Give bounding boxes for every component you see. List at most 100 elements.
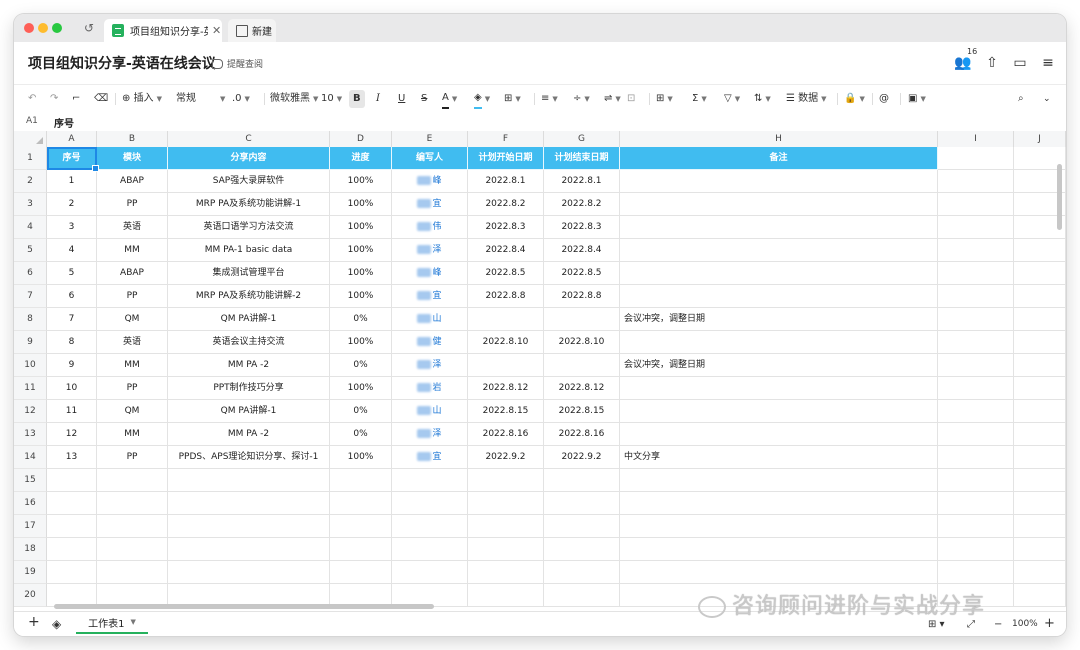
maximize-window-button[interactable] bbox=[52, 23, 62, 33]
table-cell[interactable]: 0% bbox=[330, 423, 392, 446]
table-cell[interactable]: PP bbox=[97, 446, 168, 469]
table-cell[interactable]: 2022.8.10 bbox=[544, 331, 620, 354]
column-header-g[interactable]: G bbox=[544, 131, 620, 147]
table-cell[interactable]: 泽 bbox=[392, 354, 468, 377]
cell-reference[interactable]: A1 bbox=[26, 116, 38, 126]
font-family-select[interactable]: 微软雅黑 ▼ bbox=[270, 90, 318, 108]
table-cell[interactable] bbox=[544, 354, 620, 377]
row-header[interactable]: 15 bbox=[14, 469, 47, 492]
format-painter-icon[interactable]: ⌐ bbox=[72, 90, 80, 108]
table-cell[interactable]: 100% bbox=[330, 446, 392, 469]
table-cell[interactable] bbox=[392, 492, 468, 515]
table-cell[interactable] bbox=[468, 561, 544, 584]
column-header-h[interactable]: H bbox=[620, 131, 938, 147]
table-cell[interactable]: 英语会议主持交流 bbox=[168, 331, 330, 354]
minimize-window-button[interactable] bbox=[38, 23, 48, 33]
table-cell[interactable]: 2022.8.16 bbox=[544, 423, 620, 446]
table-cell[interactable] bbox=[938, 515, 1014, 538]
column-header-c[interactable]: C bbox=[168, 131, 330, 147]
table-cell[interactable]: 峰 bbox=[392, 262, 468, 285]
table-cell[interactable] bbox=[330, 561, 392, 584]
clear-format-icon[interactable]: ⌫ bbox=[94, 90, 108, 108]
vertical-scrollbar[interactable] bbox=[1057, 164, 1062, 230]
table-cell[interactable] bbox=[620, 492, 938, 515]
table-cell[interactable] bbox=[938, 446, 1014, 469]
table-cell[interactable]: 英语口语学习方法交流 bbox=[168, 216, 330, 239]
table-cell[interactable]: 100% bbox=[330, 331, 392, 354]
table-cell[interactable] bbox=[938, 400, 1014, 423]
row-header[interactable]: 13 bbox=[14, 423, 47, 446]
table-cell[interactable]: 2022.8.12 bbox=[544, 377, 620, 400]
table-cell[interactable] bbox=[1014, 331, 1066, 354]
filter-button[interactable]: ▽ ▼ bbox=[724, 90, 740, 108]
table-cell[interactable] bbox=[1014, 308, 1066, 331]
table-cell[interactable] bbox=[97, 538, 168, 561]
table-cell[interactable] bbox=[938, 469, 1014, 492]
column-header-b[interactable]: B bbox=[97, 131, 168, 147]
table-cell[interactable]: 2022.8.3 bbox=[468, 216, 544, 239]
table-cell[interactable]: PP bbox=[97, 285, 168, 308]
table-cell[interactable] bbox=[1014, 400, 1066, 423]
horizontal-align-button[interactable]: ≡ ▼ bbox=[541, 90, 558, 108]
table-cell[interactable] bbox=[620, 561, 938, 584]
remind-button[interactable]: 提醒查阅 bbox=[212, 57, 263, 70]
table-cell[interactable] bbox=[620, 170, 938, 193]
row-header[interactable]: 7 bbox=[14, 285, 47, 308]
zoom-in-icon[interactable]: + bbox=[1044, 615, 1055, 632]
row-header[interactable]: 17 bbox=[14, 515, 47, 538]
row-header[interactable]: 8 bbox=[14, 308, 47, 331]
strikethrough-button[interactable]: S bbox=[421, 90, 427, 108]
table-cell[interactable] bbox=[1014, 515, 1066, 538]
table-cell[interactable] bbox=[1014, 262, 1066, 285]
column-header-i[interactable]: I bbox=[938, 131, 1014, 147]
row-header[interactable]: 18 bbox=[14, 538, 47, 561]
table-cell[interactable] bbox=[938, 170, 1014, 193]
table-cell[interactable]: 0% bbox=[330, 400, 392, 423]
bold-button[interactable]: B bbox=[349, 90, 365, 108]
table-cell[interactable]: ABAP bbox=[97, 170, 168, 193]
undo-icon[interactable]: ↶ bbox=[28, 90, 36, 108]
table-cell[interactable] bbox=[1014, 538, 1066, 561]
sort-button[interactable]: ⇅ ▼ bbox=[754, 90, 771, 108]
table-cell[interactable]: 8 bbox=[47, 331, 97, 354]
table-cell[interactable] bbox=[544, 492, 620, 515]
table-cell[interactable]: 英语 bbox=[97, 331, 168, 354]
table-cell[interactable]: 峰 bbox=[392, 170, 468, 193]
column-header-f[interactable]: F bbox=[468, 131, 544, 147]
table-cell[interactable]: 2022.8.2 bbox=[544, 193, 620, 216]
share-icon[interactable]: ⇧ bbox=[983, 54, 1001, 72]
table-cell[interactable] bbox=[47, 538, 97, 561]
row-header[interactable]: 14 bbox=[14, 446, 47, 469]
table-cell[interactable]: 11 bbox=[47, 400, 97, 423]
table-cell[interactable] bbox=[544, 561, 620, 584]
table-cell[interactable] bbox=[938, 492, 1014, 515]
table-cell[interactable]: 山 bbox=[392, 400, 468, 423]
header-cell[interactable]: 备注 bbox=[620, 147, 938, 170]
table-cell[interactable]: 3 bbox=[47, 216, 97, 239]
table-cell[interactable]: 100% bbox=[330, 193, 392, 216]
row-header[interactable]: 11 bbox=[14, 377, 47, 400]
table-cell[interactable] bbox=[1014, 492, 1066, 515]
table-cell[interactable]: MRP PA及系统功能讲解-2 bbox=[168, 285, 330, 308]
table-insert-button[interactable]: ⊞ ▼ bbox=[656, 90, 673, 108]
vertical-align-button[interactable]: ÷ ▼ bbox=[573, 90, 590, 108]
row-header[interactable]: 19 bbox=[14, 561, 47, 584]
table-cell[interactable] bbox=[468, 354, 544, 377]
table-cell[interactable]: MM PA -2 bbox=[168, 423, 330, 446]
table-cell[interactable]: 7 bbox=[47, 308, 97, 331]
header-cell[interactable]: 模块 bbox=[97, 147, 168, 170]
row-header[interactable]: 3 bbox=[14, 193, 47, 216]
table-cell[interactable] bbox=[330, 538, 392, 561]
table-cell[interactable] bbox=[97, 469, 168, 492]
comment-icon[interactable]: ▭ bbox=[1011, 54, 1029, 72]
table-cell[interactable] bbox=[620, 400, 938, 423]
table-cell[interactable] bbox=[938, 285, 1014, 308]
table-cell[interactable] bbox=[168, 561, 330, 584]
table-cell[interactable]: MM bbox=[97, 423, 168, 446]
table-cell[interactable]: 集成测试管理平台 bbox=[168, 262, 330, 285]
table-cell[interactable] bbox=[938, 354, 1014, 377]
add-sheet-icon[interactable]: + bbox=[28, 614, 40, 631]
spreadsheet-grid[interactable]: ABCDEFGHIJ 1 序号 模块 分享内容 进度 编写人 计划开始日期 计划结束日期 备注 2… bbox=[14, 131, 1066, 611]
table-cell[interactable] bbox=[330, 492, 392, 515]
column-header-j[interactable]: J bbox=[1014, 131, 1066, 147]
